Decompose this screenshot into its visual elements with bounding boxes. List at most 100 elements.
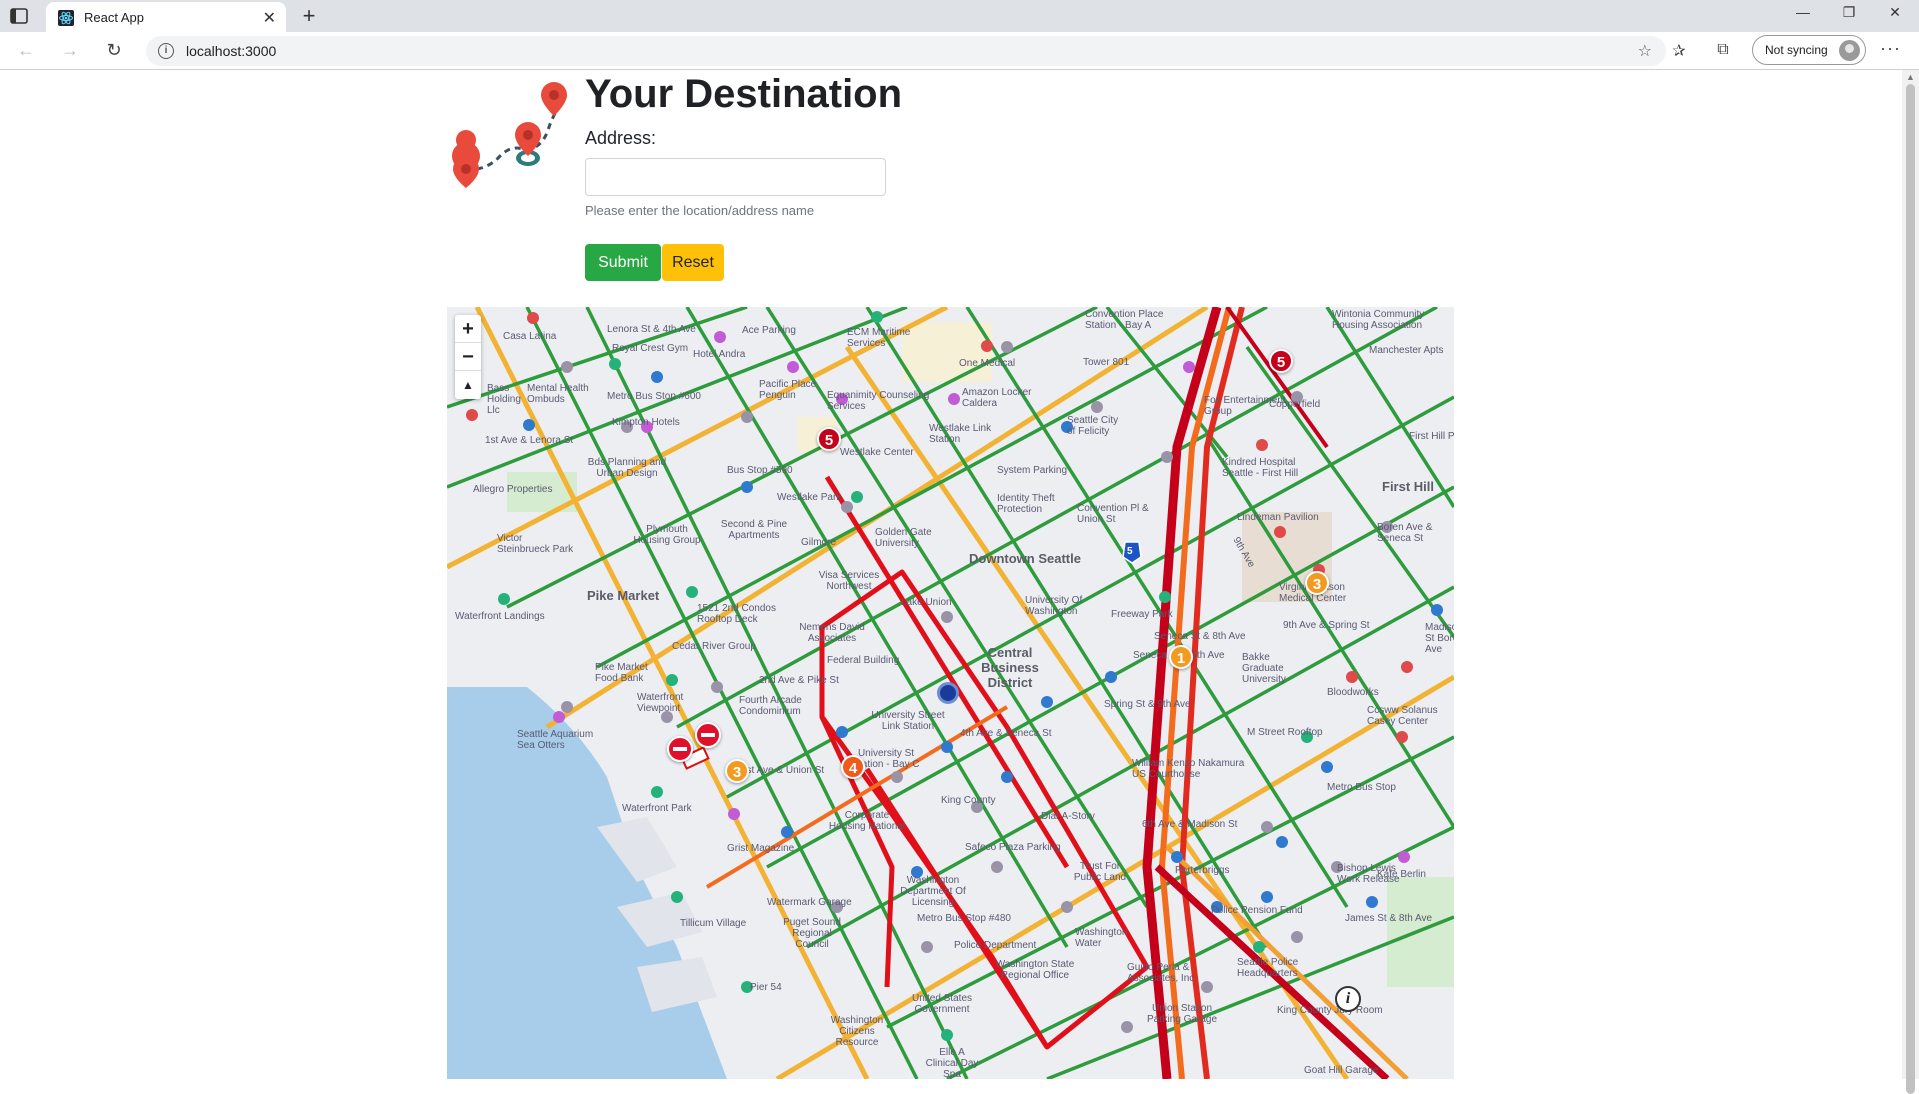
sync-label: Not syncing xyxy=(1765,43,1828,57)
map-label: Washington Water xyxy=(1075,927,1128,949)
scroll-up-icon[interactable]: ▲ xyxy=(1906,72,1915,82)
zoom-out-button[interactable]: − xyxy=(455,343,481,371)
map-label: Second & Pine Apartments xyxy=(720,519,788,541)
map-label: Tower 801 xyxy=(1083,357,1130,368)
url-bar[interactable]: i localhost:3000 ☆ xyxy=(146,36,1666,66)
collections-icon[interactable]: ⧉ xyxy=(1712,41,1734,63)
map-label: Madison St Boren Ave xyxy=(1425,622,1454,655)
scrollbar-thumb[interactable] xyxy=(1906,84,1915,1094)
map-label: Lindeman Pavilion xyxy=(1237,512,1319,523)
map-label: Convention Place Station - Bay A xyxy=(1085,309,1164,331)
map-label: Washington Citizens Resource xyxy=(830,1015,884,1048)
traffic-map[interactable]: + − ▲ Downtown Seattle Central Business … xyxy=(447,307,1454,1079)
map-label: First Hill P xyxy=(1409,431,1454,442)
map-label-first-hill: First Hill xyxy=(1382,479,1435,494)
map-label: Boren Ave & Seneca St xyxy=(1377,522,1433,544)
map-label: Bus Stop #590 xyxy=(727,465,793,476)
refresh-icon[interactable]: ↻ xyxy=(102,40,126,64)
map-label: Amazon Locker Caldera xyxy=(962,387,1032,409)
map-label: Waterfront Viewpoint xyxy=(637,692,684,714)
react-favicon-icon xyxy=(58,10,74,26)
road-closed-icon[interactable] xyxy=(667,736,693,762)
add-favorite-icon[interactable]: ☆ xyxy=(1638,41,1652,61)
incident-marker[interactable]: 4 xyxy=(841,755,865,779)
incident-marker[interactable]: 5 xyxy=(817,427,841,451)
map-label: Identity Theft Protection xyxy=(997,493,1055,515)
map-label: 1st Ave & Lenora St xyxy=(485,435,574,446)
minimize-icon[interactable]: — xyxy=(1780,4,1826,28)
zoom-in-button[interactable]: + xyxy=(455,315,481,343)
map-label: Bds Planning and Urban Design xyxy=(587,457,667,479)
map-label: Corporate Housing National xyxy=(828,810,906,832)
reset-button[interactable]: Reset xyxy=(662,244,724,281)
map-label: Kindred Hospital Seattle - First Hill xyxy=(1222,457,1299,479)
map-label: Equanimity Counseling Services xyxy=(827,390,930,412)
address-help-text: Please enter the location/address name xyxy=(585,203,815,218)
tab-react-app[interactable]: React App ✕ xyxy=(46,2,286,32)
map-label: Visa Services Northwest xyxy=(818,570,880,592)
map-label: Waterfront Landings xyxy=(455,611,545,622)
map-label: Porterbriggs xyxy=(1175,865,1230,876)
map-label: Seattle City of Felicity xyxy=(1067,415,1119,437)
incident-marker[interactable]: 3 xyxy=(725,759,749,783)
map-label: Hotel Andra xyxy=(693,349,746,360)
map-label: University Street Link Station xyxy=(871,710,945,732)
new-tab-icon[interactable]: + xyxy=(296,3,322,29)
browser-tab-strip: React App ✕ + — ❐ ✕ xyxy=(0,0,1919,32)
restore-icon[interactable]: ❐ xyxy=(1826,4,1872,28)
address-toolbar: ← → ↻ i localhost:3000 ☆ ✰ ⧉ Not syncing… xyxy=(0,32,1919,70)
submit-button[interactable]: Submit xyxy=(585,244,661,281)
road-closed-icon[interactable] xyxy=(695,722,721,748)
map-label: Washington State Regional Office xyxy=(995,959,1075,981)
map-label: Gilmore xyxy=(801,537,837,548)
window-close-icon[interactable]: ✕ xyxy=(1872,4,1918,28)
map-label: Bloodworks xyxy=(1327,687,1379,698)
page-scrollbar[interactable]: ▲ xyxy=(1902,70,1919,1094)
map-label: M Street Rooftop xyxy=(1247,727,1323,738)
incident-marker[interactable]: 1 xyxy=(1169,645,1193,669)
info-icon[interactable]: i xyxy=(1335,986,1361,1012)
compass-button[interactable]: ▲ xyxy=(455,371,481,399)
back-icon[interactable]: ← xyxy=(14,40,38,64)
map-label: Bakke Graduate University xyxy=(1242,652,1286,685)
map-label: 1st Ave & Union St xyxy=(741,765,825,776)
map-label: Puget Sound Regional Council xyxy=(783,917,841,950)
tab-close-icon[interactable]: ✕ xyxy=(263,8,276,28)
map-label: William Kenzo Nakamura US Courthouse xyxy=(1132,758,1245,780)
incident-marker[interactable]: 3 xyxy=(1305,571,1329,595)
map-label-pike-market: Pike Market xyxy=(587,588,660,603)
profile-sync-button[interactable]: Not syncing xyxy=(1752,35,1866,65)
map-label: Spring St & 9th Ave xyxy=(1104,699,1191,710)
map-label: James St & 8th Ave xyxy=(1345,913,1433,924)
forward-icon[interactable]: → xyxy=(58,40,82,64)
map-label: Pacific Place Penguin xyxy=(759,379,817,401)
map-label: Fourth Arcade Condominium xyxy=(739,695,802,717)
map-label: ECM Maritime Services xyxy=(847,327,911,349)
favorites-icon[interactable]: ✰ xyxy=(1668,41,1690,63)
map-label: Westlake Link Station xyxy=(929,423,992,445)
map-label: Plymouth Housing Group xyxy=(633,524,701,546)
map-label: 1521 2nd Condos Rooftop Deck xyxy=(697,603,776,625)
map-label: Seattle Aquarium Sea Otters xyxy=(517,729,594,751)
map-label: 6th Ave & Madison St xyxy=(1142,819,1238,830)
map-label: Westlake Center xyxy=(840,447,914,458)
map-label: Safeco Plaza Parking xyxy=(965,842,1061,853)
map-label: Grist Magazine xyxy=(727,843,795,854)
map-label: Bass Holding Llc xyxy=(487,383,521,416)
url-text[interactable]: localhost:3000 xyxy=(186,43,276,59)
map-label: Seneca St & 8th Ave xyxy=(1154,631,1246,642)
location-marker-icon[interactable] xyxy=(937,682,959,704)
tab-actions-icon[interactable] xyxy=(8,7,30,25)
map-label: Police Department xyxy=(954,940,1037,951)
map-label: Police Pension Fund xyxy=(1211,905,1303,916)
address-input[interactable] xyxy=(585,158,886,196)
site-info-icon[interactable]: i xyxy=(158,43,174,59)
incident-marker[interactable]: 5 xyxy=(1269,349,1293,373)
map-label: Lake Union xyxy=(901,597,952,608)
map-label: Royal Crest Gym xyxy=(612,343,689,354)
map-label: Kimpton Hotels xyxy=(612,417,680,428)
map-label: System Parking xyxy=(997,465,1068,476)
more-menu-icon[interactable]: ··· xyxy=(1880,38,1901,59)
map-label: Washington Department Of Licensing xyxy=(900,875,966,908)
page-title: Your Destination xyxy=(585,72,903,116)
